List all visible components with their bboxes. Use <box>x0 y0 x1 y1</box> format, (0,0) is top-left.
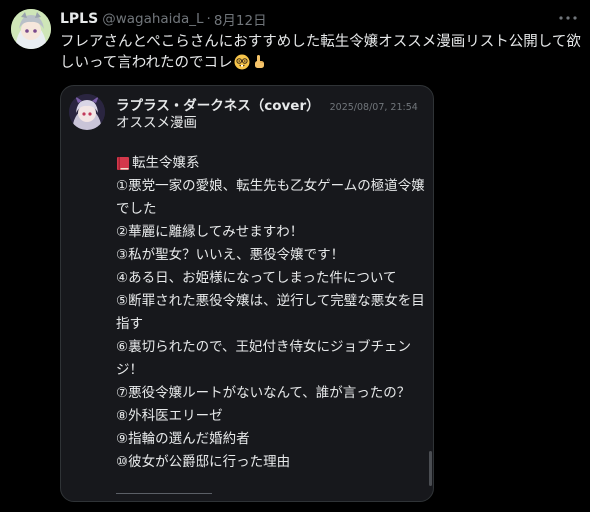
list-item: ③私が聖女？いいえ、悪役令嬢です！ <box>116 247 345 263</box>
category-heading: 転生令嬢系 <box>116 152 428 175</box>
list-item: ⑩彼女が公爵邸に行った理由 <box>116 454 291 470</box>
list-item: ⑥裏切られたので、王妃付き侍女にジョブチェンジ！ <box>116 339 412 378</box>
category-label: 転生令嬢系 <box>132 155 200 171</box>
list-item: ①悪党一家の愛娘、転生先も乙女ゲームの極道令嬢でした <box>116 178 425 217</box>
list-item: ⑨指輪の選んだ婚約者 <box>116 431 250 447</box>
tweet-text-content: フレアさんとぺこらさんにおすすめした転生令嬢オススメ漫画リスト公開して欲しいって… <box>60 34 581 71</box>
author-handle[interactable]: @wagahaida_L <box>102 11 203 27</box>
list-item: ②華麗に離縁してみせますわ！ <box>116 224 304 240</box>
manga-list: ①悪党一家の愛娘、転生先も乙女ゲームの極道令嬢でした ②華麗に離縁してみせますわ… <box>116 175 428 474</box>
separator-dot: · <box>206 11 211 27</box>
divider <box>116 493 212 494</box>
quoted-author-avatar[interactable] <box>69 94 105 130</box>
quoted-post-timestamp: 2025/08/07, 21:54 <box>329 102 418 113</box>
tweet-header: LPLS @wagahaida_L · 8月12日 <box>60 9 267 29</box>
list-item: ⑧外科医エリーゼ <box>116 408 223 424</box>
author-display-name[interactable]: LPLS <box>60 11 98 27</box>
nerd-face-emoji <box>234 54 250 70</box>
tweet-text: フレアさんとぺこらさんにおすすめした転生令嬢オススメ漫画リスト公開して欲しいって… <box>60 32 585 74</box>
list-item: ⑦悪役令嬢ルートがないなんて、誰が言ったの？ <box>116 385 411 401</box>
quoted-post-subtitle: オススメ漫画 <box>116 115 197 131</box>
author-avatar[interactable] <box>11 9 51 49</box>
quoted-post-card[interactable]: ラプラス・ダークネス（cover） 2025/08/07, 21:54 オススメ… <box>60 85 434 502</box>
more-horizontal-icon[interactable] <box>556 10 580 26</box>
list-item: ④ある日、お姫様になってしまった件について <box>116 270 397 286</box>
list-item: ⑤断罪された悪役令嬢は、逆行して完璧な悪女を目指す <box>116 293 425 332</box>
index-pointing-up-emoji <box>251 54 267 70</box>
quoted-post-body: 転生令嬢系 ①悪党一家の愛娘、転生先も乙女ゲームの極道令嬢でした ②華麗に離縁し… <box>116 152 428 474</box>
red-book-icon <box>116 156 130 171</box>
scrollbar-thumb[interactable] <box>429 451 432 486</box>
tweet-date[interactable]: 8月12日 <box>214 9 267 29</box>
